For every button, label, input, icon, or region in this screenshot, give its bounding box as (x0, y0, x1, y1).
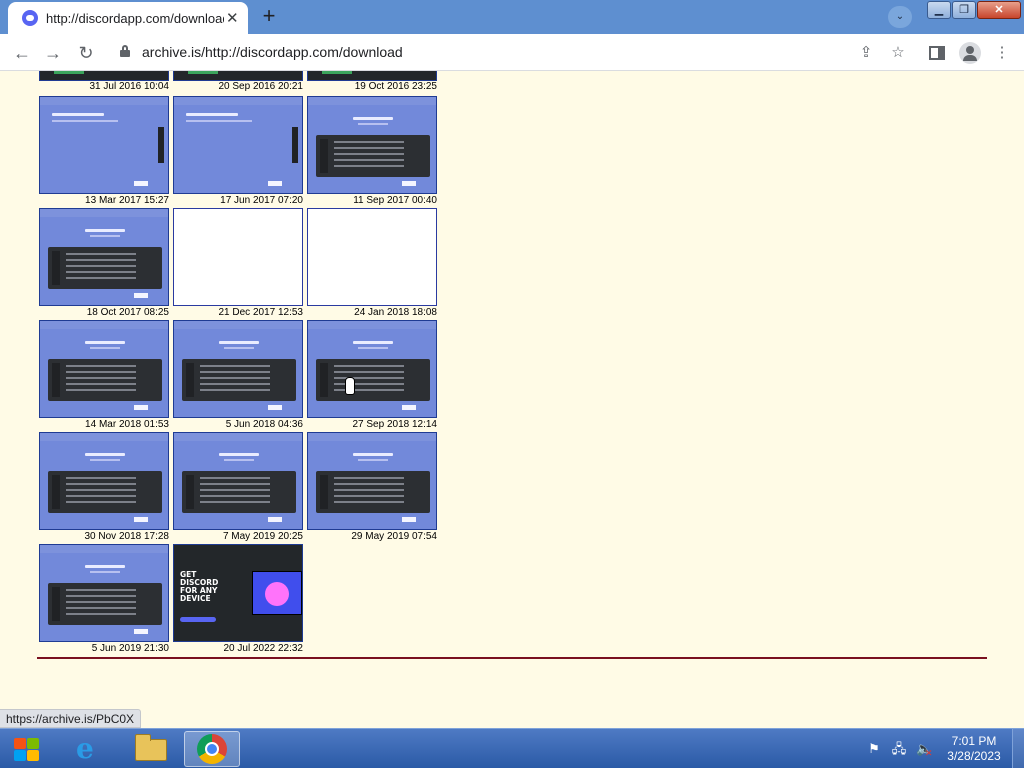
archive-page: 31 Jul 2016 10:04 20 Sep 2016 20:21 19 Oct… (0, 71, 1024, 728)
snapshot-date-link[interactable]: 24 Jan 2018 18:08 (354, 307, 437, 318)
snapshot-item[interactable]: 18 Oct 2017 08:25 (39, 208, 169, 320)
browser-toolbar: ← → ↻ archive.is/http://discordapp.com/d… (0, 34, 1024, 71)
discord-favicon-icon (22, 10, 38, 26)
snapshot-item[interactable]: 17 Jun 2017 07:20 (173, 96, 303, 208)
snapshot-thumbnail[interactable] (39, 96, 169, 194)
snapshot-thumbnail[interactable]: GET DISCORD FOR ANY DEVICE (173, 544, 303, 642)
tab-strip: http://discordapp.com/download ✕ + ⌄ ▁ ❐… (0, 0, 1024, 34)
snapshot-item[interactable]: 5 Jun 2019 21:30 (39, 544, 169, 656)
snapshot-date-link[interactable]: 20 Sep 2016 20:21 (173, 81, 303, 92)
snapshot-thumbnail[interactable] (173, 320, 303, 418)
snapshot-item[interactable]: 29 May 2019 07:54 (307, 432, 437, 544)
taskbar-file-explorer[interactable] (123, 731, 179, 767)
url-text[interactable]: archive.is/http://discordapp.com/downloa… (142, 44, 403, 60)
maximize-button[interactable]: ❐ (952, 1, 976, 19)
snapshot-thumbnail[interactable] (39, 320, 169, 418)
snapshot-item[interactable]: 21 Dec 2017 12:53 (173, 208, 303, 320)
snapshot-thumbnail[interactable] (39, 71, 169, 81)
snapshot-thumbnail[interactable] (39, 432, 169, 530)
taskbar-internet-explorer[interactable]: e (62, 731, 118, 767)
snapshot-item[interactable]: GET DISCORD FOR ANY DEVICE 20 Jul 2022 22… (173, 544, 303, 656)
snapshot-date-link[interactable]: 20 Jul 2022 22:32 (223, 643, 303, 654)
snapshot-item[interactable]: 5 Jun 2018 04:36 (173, 320, 303, 432)
windows-taskbar: e ⚑ 🖧 🔈 7:01 PM 3/28/2023 (0, 728, 1024, 768)
snapshot-thumbnail[interactable] (307, 96, 437, 194)
minimize-button[interactable]: ▁ (927, 1, 951, 19)
snapshot-thumbnail[interactable] (173, 432, 303, 530)
lock-icon[interactable] (120, 45, 130, 57)
snapshot-date-link[interactable]: 31 Jul 2016 10:04 (39, 81, 169, 92)
status-bar-url: https://archive.is/PbC0X (0, 709, 142, 728)
snapshot-headline: GET DISCORD FOR ANY DEVICE (180, 570, 219, 603)
tab-search-button[interactable]: ⌄ (888, 6, 912, 28)
hand-cursor-icon (343, 377, 357, 397)
tab-title: http://discordapp.com/download (46, 11, 224, 26)
snapshot-date-link[interactable]: 13 Mar 2017 15:27 (85, 195, 169, 206)
snapshot-thumbnail[interactable] (39, 208, 169, 306)
snapshot-date-link[interactable]: 5 Jun 2018 04:36 (226, 419, 303, 430)
snapshot-item[interactable]: 14 Mar 2018 01:53 (39, 320, 169, 432)
profile-avatar-icon[interactable] (959, 42, 981, 64)
snapshot-date-link[interactable]: 21 Dec 2017 12:53 (218, 307, 303, 318)
start-button[interactable] (10, 734, 44, 764)
action-center-flag-icon[interactable]: ⚑ (866, 741, 882, 757)
snapshot-thumbnail[interactable] (307, 71, 437, 81)
snapshot-date-link[interactable]: 11 Sep 2017 00:40 (353, 195, 437, 206)
address-bar[interactable]: archive.is/http://discordapp.com/downloa… (108, 38, 918, 67)
snapshot-thumbnail[interactable] (307, 208, 437, 306)
taskbar-chrome[interactable] (184, 731, 240, 767)
forward-button[interactable]: → (40, 40, 66, 66)
new-tab-button[interactable]: + (256, 4, 282, 30)
snapshot-date-link[interactable]: 29 May 2019 07:54 (351, 531, 437, 542)
snapshot-date-link[interactable]: 14 Mar 2018 01:53 (85, 419, 169, 430)
ie-icon: e (76, 732, 94, 765)
divider-rule (37, 657, 987, 659)
show-desktop-button[interactable] (1012, 729, 1024, 768)
snapshot-thumbnail[interactable] (307, 320, 437, 418)
snapshot-date-link[interactable]: 17 Jun 2017 07:20 (220, 195, 303, 206)
reload-button[interactable]: ↻ (73, 40, 99, 66)
volume-muted-icon[interactable]: 🔈 (916, 741, 933, 761)
snapshot-date-link[interactable]: 5 Jun 2019 21:30 (92, 643, 169, 654)
snapshot-thumbnail[interactable] (39, 544, 169, 642)
snapshot-item[interactable]: 30 Nov 2018 17:28 (39, 432, 169, 544)
snapshot-item[interactable]: 13 Mar 2017 15:27 (39, 96, 169, 208)
browser-tab[interactable]: http://discordapp.com/download ✕ (8, 2, 248, 34)
clock-date: 3/28/2023 (947, 749, 1001, 763)
snapshot-date-link[interactable]: 18 Oct 2017 08:25 (87, 307, 169, 318)
back-button[interactable]: ← (9, 40, 35, 66)
snapshot-thumbnail[interactable] (307, 432, 437, 530)
menu-dots-icon[interactable]: ⋮ (993, 44, 1011, 62)
snapshot-item[interactable]: 24 Jan 2018 18:08 (307, 208, 437, 320)
system-clock[interactable]: 7:01 PM 3/28/2023 (944, 734, 1004, 764)
snapshot-date-link[interactable]: 19 Oct 2016 23:25 (307, 81, 437, 92)
chrome-icon (197, 734, 227, 764)
share-icon[interactable]: ⇪ (857, 44, 875, 62)
network-icon[interactable]: 🖧 (891, 741, 907, 757)
tab-close-icon[interactable]: ✕ (226, 9, 239, 27)
snapshot-item[interactable]: 11 Sep 2017 00:40 (307, 96, 437, 208)
snapshot-date-link[interactable]: 30 Nov 2018 17:28 (84, 531, 169, 542)
folder-icon (135, 734, 167, 761)
bookmark-star-icon[interactable]: ☆ (889, 44, 907, 62)
side-panel-icon[interactable] (929, 46, 945, 60)
close-window-button[interactable]: ✕ (977, 1, 1021, 19)
snapshot-thumbnail[interactable] (173, 71, 303, 81)
snapshot-item[interactable]: 7 May 2019 20:25 (173, 432, 303, 544)
snapshot-thumbnail[interactable] (173, 96, 303, 194)
snapshot-date-link[interactable]: 27 Sep 2018 12:14 (352, 419, 437, 430)
snapshot-date-link[interactable]: 7 May 2019 20:25 (223, 531, 303, 542)
snapshot-item[interactable]: 27 Sep 2018 12:14 (307, 320, 437, 432)
snapshot-thumbnail[interactable] (173, 208, 303, 306)
clock-time: 7:01 PM (951, 734, 997, 748)
